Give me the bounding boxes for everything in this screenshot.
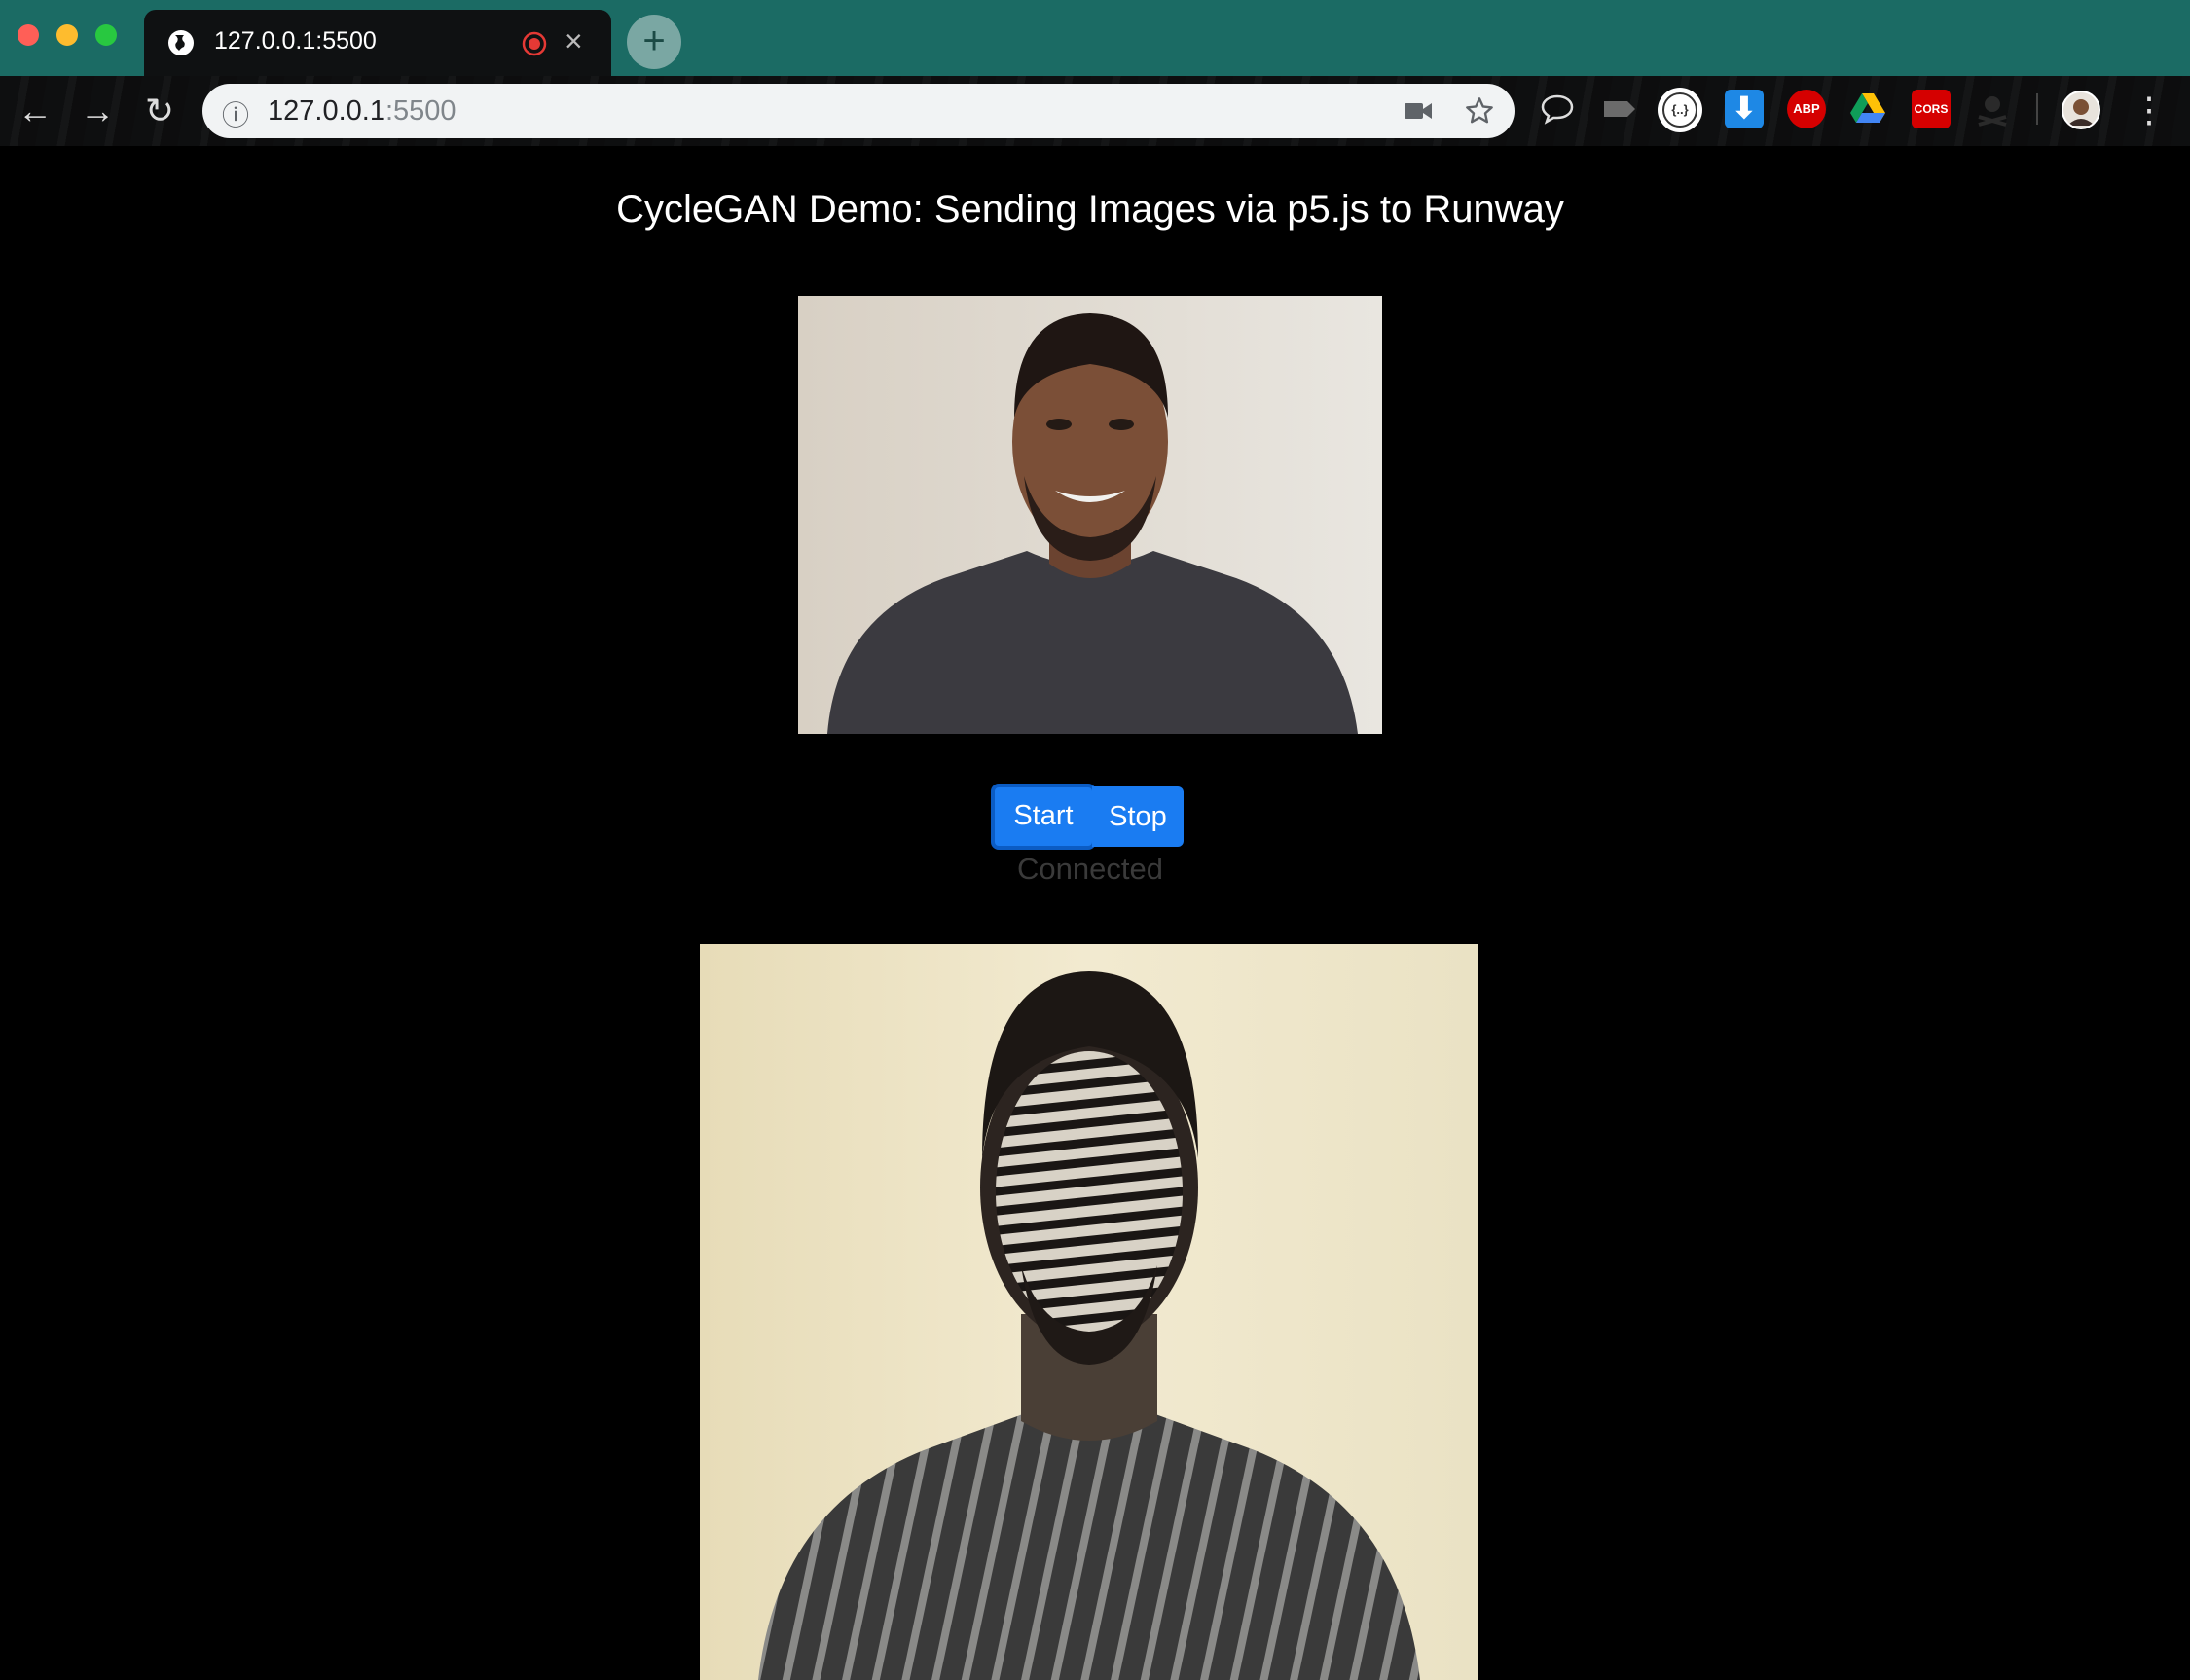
adblock-icon[interactable]: ABP — [1787, 90, 1826, 128]
connection-status: Connected — [1017, 852, 1163, 886]
bookmark-star-icon[interactable] — [1464, 95, 1495, 127]
tag-icon[interactable] — [1602, 95, 1637, 123]
chrome-menu-icon[interactable]: ⋮ — [2132, 91, 2167, 129]
url-port: :5500 — [384, 95, 456, 127]
window-zoom-button[interactable] — [95, 24, 117, 46]
forward-button[interactable]: → — [76, 90, 119, 132]
back-button[interactable]: ← — [14, 90, 56, 132]
globe-icon — [168, 30, 194, 55]
webcam-image — [798, 296, 1382, 734]
recording-icon — [522, 31, 547, 56]
tab-close-icon[interactable]: × — [565, 23, 583, 59]
profile-avatar[interactable] — [2062, 91, 2100, 129]
cyclegan-output-canvas — [700, 944, 1478, 1680]
webcam-video — [798, 296, 1382, 734]
speech-bubble-icon[interactable] — [1540, 91, 1575, 127]
browser-tab[interactable]: 127.0.0.1:5500 × — [144, 10, 611, 76]
address-bar[interactable]: ⓘ 127.0.0.1:5500 — [202, 84, 1515, 138]
window-minimize-button[interactable] — [56, 24, 78, 46]
stop-button[interactable]: Stop — [1092, 786, 1184, 847]
zebra-output-image — [700, 944, 1478, 1680]
window-close-button[interactable] — [18, 24, 39, 46]
tab-title: 127.0.0.1:5500 — [214, 27, 377, 55]
url-host: 127.0.0.1 — [268, 95, 385, 127]
json-formatter-icon[interactable]: {..} — [1658, 88, 1702, 132]
download-icon[interactable]: ⬇ — [1725, 90, 1764, 128]
toolbar-divider — [2036, 93, 2038, 125]
google-drive-icon[interactable] — [1849, 91, 1886, 125]
url-text[interactable]: 127.0.0.1:5500 — [268, 95, 456, 128]
info-icon[interactable]: ⓘ — [222, 94, 249, 133]
reload-button[interactable]: ↻ — [138, 90, 181, 132]
page-title: CycleGAN Demo: Sending Images via p5.js … — [616, 188, 1564, 231]
camera-icon[interactable] — [1404, 99, 1433, 123]
start-button[interactable]: Start — [991, 784, 1096, 850]
cors-icon[interactable]: CORS — [1912, 90, 1951, 128]
new-tab-button[interactable]: + — [627, 15, 681, 69]
pirate-icon[interactable] — [1974, 91, 2011, 128]
json-formatter-label: {..} — [1662, 92, 1697, 128]
